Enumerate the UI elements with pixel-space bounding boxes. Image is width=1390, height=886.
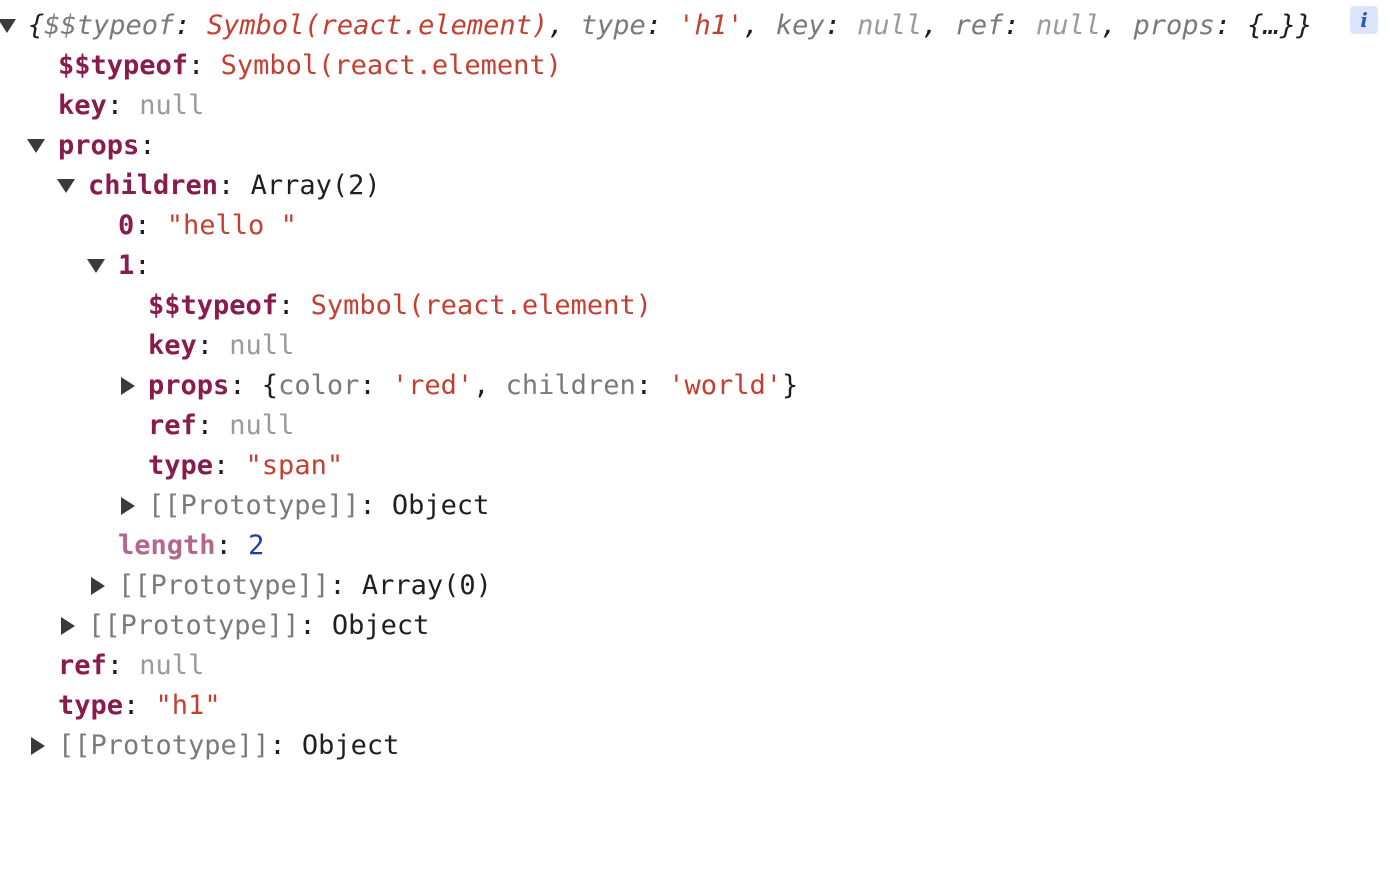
summary-close-brace: } (1296, 10, 1313, 41)
expand-triangle-right-icon[interactable] (118, 486, 138, 526)
property-value: "hello " (166, 210, 297, 241)
property-key: length (118, 530, 216, 561)
expand-triangle-right-icon[interactable] (28, 726, 48, 766)
property-value: "h1" (155, 690, 221, 721)
expand-triangle-right-icon[interactable] (88, 566, 108, 606)
property-key: ref (58, 650, 107, 681)
preview-key: children (505, 370, 636, 401)
property-key: type (58, 690, 124, 721)
property-row-child-1[interactable]: 1: (0, 246, 1390, 286)
summary-props-value: {…} (1247, 10, 1297, 41)
property-row-span-prototype[interactable]: [[Prototype]]: Object (0, 486, 1390, 526)
console-object-tree: {$$typeof: Symbol(react.element), type: … (0, 6, 1390, 766)
property-key: [[Prototype]] (58, 730, 270, 761)
property-value: Symbol(react.element) (310, 290, 652, 321)
property-key: props (58, 130, 140, 161)
property-key: key (148, 330, 197, 361)
expand-triangle-down-icon[interactable] (0, 6, 17, 46)
expand-triangle-right-icon[interactable] (118, 366, 138, 406)
preview-value: 'red' (391, 370, 474, 401)
property-key: key (58, 90, 107, 121)
property-row-length[interactable]: length: 2 (0, 526, 1390, 566)
preview-key: color (278, 370, 360, 401)
property-row-ref[interactable]: ref: null (0, 646, 1390, 686)
summary-type-value: 'h1' (678, 10, 744, 41)
property-row-type[interactable]: type: "h1" (0, 686, 1390, 726)
property-key: [[Prototype]] (148, 490, 360, 521)
summary-type-key: type (580, 10, 646, 41)
property-key: 0 (118, 210, 135, 241)
property-row-array-prototype[interactable]: [[Prototype]]: Array(0) (0, 566, 1390, 606)
property-row-prototype[interactable]: [[Prototype]]: Object (0, 726, 1390, 766)
info-icon[interactable]: i (1350, 6, 1378, 34)
property-row-child-0[interactable]: 0: "hello " (0, 206, 1390, 246)
property-key: children (88, 170, 219, 201)
expand-triangle-right-icon[interactable] (58, 606, 78, 646)
property-key: 1 (118, 250, 135, 281)
summary-typeof-key: $$typeof (44, 10, 175, 41)
expand-triangle-down-icon[interactable] (26, 126, 46, 166)
property-row-typeof[interactable]: $$typeof: Symbol(react.element) (0, 46, 1390, 86)
expand-triangle-down-icon[interactable] (56, 166, 76, 206)
property-value: Array(0) (361, 570, 492, 601)
property-key: type (148, 450, 214, 481)
summary-typeof-value: Symbol(react.element) (206, 10, 549, 41)
property-row-props-prototype[interactable]: [[Prototype]]: Object (0, 606, 1390, 646)
property-key: $$typeof (148, 290, 279, 321)
property-value: Object (301, 730, 400, 761)
property-row-span-type[interactable]: type: "span" (0, 446, 1390, 486)
property-value: "span" (245, 450, 344, 481)
property-row-span-typeof[interactable]: $$typeof: Symbol(react.element) (0, 286, 1390, 326)
property-row-props[interactable]: props: (0, 126, 1390, 166)
property-key: [[Prototype]] (88, 610, 300, 641)
summary-ref-value: null (1035, 10, 1101, 41)
property-key: ref (148, 410, 197, 441)
object-summary-row[interactable]: {$$typeof: Symbol(react.element), type: … (0, 6, 1390, 46)
preview-value: 'world' (668, 370, 783, 401)
summary-props-key: props (1133, 10, 1215, 41)
property-value: null (229, 410, 295, 441)
property-row-span-key[interactable]: key: null (0, 326, 1390, 366)
property-key: props (148, 370, 230, 401)
property-value: Object (391, 490, 490, 521)
property-value: 2 (248, 530, 265, 561)
property-value: null (139, 650, 205, 681)
summary-ref-key: ref (954, 10, 1004, 41)
property-row-span-ref[interactable]: ref: null (0, 406, 1390, 446)
property-row-span-props[interactable]: props: {color: 'red', children: 'world'} (0, 366, 1390, 406)
property-row-key[interactable]: key: null (0, 86, 1390, 126)
property-value: Object (331, 610, 430, 641)
summary-key-key: key (775, 10, 825, 41)
summary-key-value: null (857, 10, 923, 41)
property-value: Symbol(react.element) (220, 50, 562, 81)
property-key: [[Prototype]] (118, 570, 330, 601)
summary-open-brace: { (28, 10, 45, 41)
property-value: Array(2) (250, 170, 381, 201)
property-value: null (139, 90, 205, 121)
property-value: null (229, 330, 295, 361)
expand-triangle-down-icon[interactable] (86, 246, 106, 286)
property-row-children[interactable]: children: Array(2) (0, 166, 1390, 206)
property-key: $$typeof (58, 50, 189, 81)
